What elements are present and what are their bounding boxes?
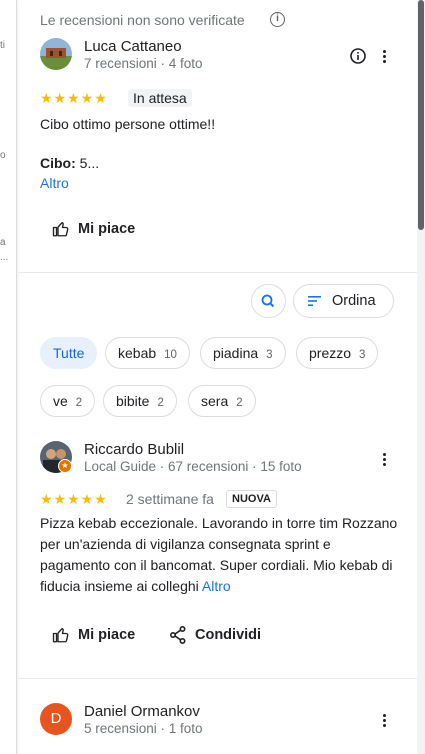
avatar[interactable] xyxy=(40,38,72,70)
more-link[interactable]: Altro xyxy=(202,578,231,594)
share-label: Condividi xyxy=(195,627,262,643)
share-icon xyxy=(170,626,186,644)
author-name[interactable]: Riccardo Bublil xyxy=(84,441,184,458)
local-guide-badge-icon: ★ xyxy=(58,459,72,473)
more-link[interactable]: Altro xyxy=(40,173,69,194)
divider xyxy=(18,272,417,273)
scrollbar[interactable] xyxy=(417,0,425,754)
chip-count: 3 xyxy=(266,349,273,361)
left-strip-text: a xyxy=(0,237,6,248)
info-icon[interactable]: i xyxy=(270,12,285,27)
status-badge: In attesa xyxy=(128,89,192,107)
like-label: Mi piace xyxy=(78,627,136,643)
author-meta: 7 recensioni · 4 foto xyxy=(84,56,203,71)
chip-label: piadina xyxy=(213,345,259,361)
sort-button[interactable]: Ordina xyxy=(293,284,394,318)
filter-chip-bibite[interactable]: bibite 2 xyxy=(103,385,177,417)
star-rating: ★★★★★ xyxy=(40,491,108,507)
left-panel-edge: ti o a ... xyxy=(0,0,17,754)
share-button[interactable]: Condividi xyxy=(170,626,261,644)
chip-count: 3 xyxy=(359,349,366,361)
left-strip-text: ti xyxy=(0,40,5,51)
review-text: Pizza kebab eccezionale. Lavorando in to… xyxy=(40,513,400,597)
reviews-panel: Le recensioni non sono verificate i Luca… xyxy=(18,0,417,754)
sort-label: Ordina xyxy=(332,293,376,309)
star-rating: ★★★★★ xyxy=(40,90,108,106)
food-rating: Cibo: 5... xyxy=(40,153,99,174)
author-name[interactable]: Daniel Ormankov xyxy=(84,703,200,720)
divider xyxy=(18,678,417,679)
chip-label: kebab xyxy=(118,345,157,361)
author-name[interactable]: Luca Cattaneo xyxy=(84,38,182,55)
author-meta: Local Guide · 67 recensioni · 15 foto xyxy=(84,459,302,474)
filter-chip-sera[interactable]: sera 2 xyxy=(188,385,256,417)
left-strip-text: ... xyxy=(0,252,9,263)
left-strip-text: o xyxy=(0,150,6,161)
author-meta: 5 recensioni · 1 foto xyxy=(84,721,203,736)
chip-count: 2 xyxy=(157,397,164,409)
chip-label: bibite xyxy=(116,393,150,409)
like-button[interactable]: Mi piace xyxy=(52,220,135,238)
info-icon[interactable] xyxy=(350,48,366,69)
search-reviews-button[interactable] xyxy=(251,284,286,318)
chip-label: Tutte xyxy=(53,345,85,361)
chip-count: 2 xyxy=(236,397,243,409)
new-badge: NUOVA xyxy=(226,490,277,508)
like-button[interactable]: Mi piace xyxy=(52,626,135,644)
more-options-icon[interactable] xyxy=(383,714,387,729)
search-icon xyxy=(261,294,275,308)
food-label: Cibo: xyxy=(40,155,76,171)
filter-chip-kebab[interactable]: kebab 10 xyxy=(105,337,190,369)
chip-count: 2 xyxy=(75,397,83,409)
food-value: 5... xyxy=(75,155,100,171)
review-time: 2 settimane fa xyxy=(126,491,214,507)
chip-label: prezzo xyxy=(309,345,352,361)
like-label: Mi piace xyxy=(78,221,136,237)
unverified-note: Le recensioni non sono verificate xyxy=(40,12,245,28)
filter-chip-prezzo[interactable]: prezzo 3 xyxy=(296,337,379,369)
thumb-up-icon xyxy=(52,628,69,643)
sort-icon xyxy=(308,296,321,306)
filter-chip-ve[interactable]: ve 2 xyxy=(40,385,96,417)
avatar[interactable]: D xyxy=(40,703,72,735)
review-text: Cibo ottimo persone ottime!! xyxy=(40,116,216,132)
filter-chip-piadina[interactable]: piadina 3 xyxy=(200,337,286,369)
chip-count: 10 xyxy=(164,349,177,361)
filter-chip-all[interactable]: Tutte xyxy=(40,337,98,369)
chip-label: ve xyxy=(53,393,68,409)
chip-label: sera xyxy=(201,393,229,409)
scrollbar-thumb[interactable] xyxy=(418,0,424,230)
more-options-icon[interactable] xyxy=(383,453,387,468)
more-options-icon[interactable] xyxy=(383,50,387,65)
thumb-up-icon xyxy=(52,222,69,237)
